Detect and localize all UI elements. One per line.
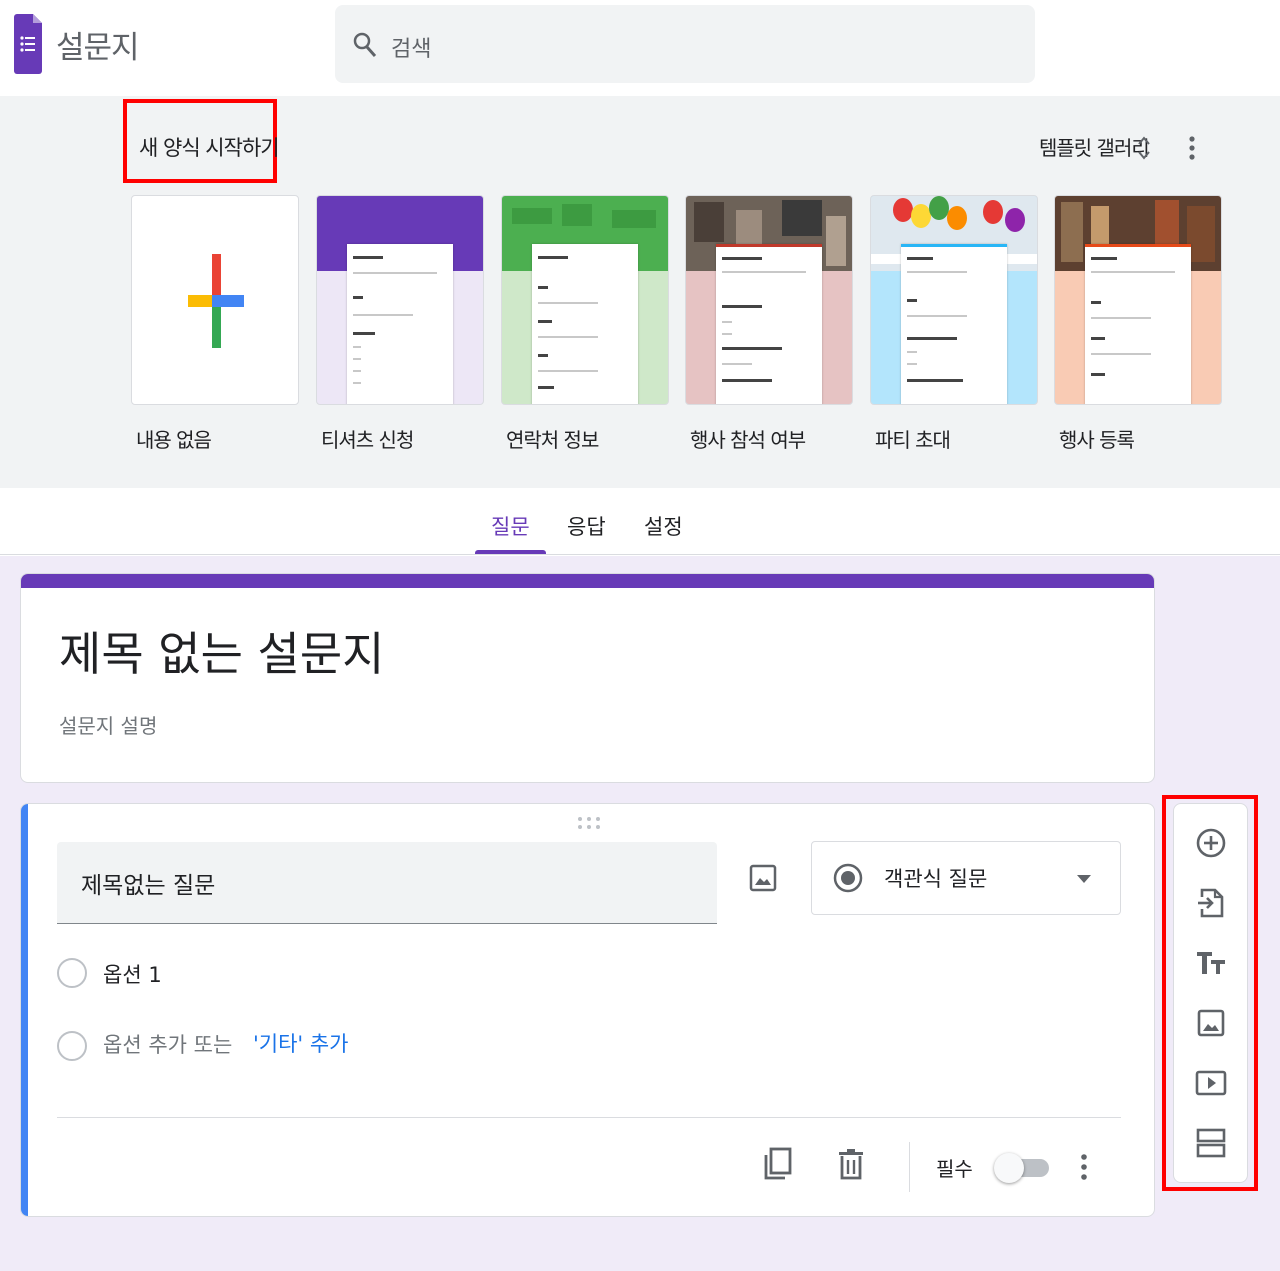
form-title-card: 제목 없는 설문지 설문지 설명 — [20, 573, 1155, 783]
duplicate-icon[interactable] — [763, 1147, 793, 1181]
radio-button-icon — [833, 863, 863, 893]
question-type-select[interactable]: 객관식 질문 — [811, 841, 1121, 915]
form-title-input[interactable]: 제목 없는 설문지 — [59, 618, 384, 684]
template-label: 행사 참석 여부 — [690, 428, 806, 452]
search-box[interactable]: 검색 — [335, 5, 1035, 83]
question-title-input[interactable]: 제목없는 질문 — [57, 842, 717, 924]
template-contact[interactable] — [501, 195, 669, 405]
search-input[interactable]: 검색 — [391, 31, 431, 63]
template-label: 티셔츠 신청 — [321, 428, 414, 452]
tab-settings[interactable]: 설정 — [644, 511, 683, 541]
drag-handle-icon[interactable] — [576, 816, 602, 830]
template-party[interactable] — [870, 195, 1038, 405]
unfold-icon[interactable] — [1137, 134, 1151, 162]
active-tab-indicator — [475, 550, 546, 554]
add-other-link[interactable]: '기타' 추가 — [253, 1028, 349, 1058]
highlight-box-toolbar — [1162, 795, 1258, 1191]
plus-icon — [188, 254, 244, 348]
add-option-link[interactable]: 옵션 추가 또는 — [103, 1029, 232, 1059]
more-vert-icon[interactable] — [1075, 1152, 1093, 1182]
required-toggle-knob[interactable] — [994, 1153, 1024, 1183]
template-label: 파티 초대 — [875, 428, 951, 452]
option-radio — [57, 958, 87, 988]
template-label: 연락처 정보 — [506, 428, 599, 452]
add-option-radio — [57, 1031, 87, 1061]
form-description-input[interactable]: 설문지 설명 — [59, 710, 157, 739]
tab-questions[interactable]: 질문 — [491, 511, 530, 541]
option-1-input[interactable]: 옵션 1 — [103, 959, 162, 989]
template-label: 행사 등록 — [1059, 428, 1135, 452]
delete-icon[interactable] — [837, 1148, 865, 1180]
title-card-accent — [21, 574, 1154, 588]
question-title-text: 제목없는 질문 — [81, 873, 216, 899]
active-question-bar — [21, 804, 28, 1216]
template-registration[interactable] — [1054, 195, 1222, 405]
dropdown-arrow-icon — [1077, 875, 1091, 883]
start-new-form-title: 새 양식 시작하기 — [139, 136, 280, 160]
template-label: 내용 없음 — [136, 428, 212, 452]
question-card[interactable]: 제목없는 질문 객관식 질문 옵션 1 옵션 추가 또는 '기타' 추가 필수 — [20, 803, 1155, 1217]
more-vert-icon[interactable] — [1183, 134, 1201, 162]
template-tshirt[interactable] — [316, 195, 484, 405]
question-footer-divider — [57, 1117, 1121, 1118]
search-icon — [353, 32, 377, 57]
tab-responses[interactable]: 응답 — [567, 511, 606, 541]
footer-separator — [909, 1142, 910, 1192]
template-gallery-section: 새 양식 시작하기 템플릿 갤러리 내용 없음 티셔츠 신청 연락처 정보 행사… — [0, 96, 1280, 488]
template-blank[interactable] — [131, 195, 299, 405]
template-gallery-button[interactable]: 템플릿 갤러리 — [1039, 132, 1150, 161]
question-type-label: 객관식 질문 — [884, 867, 988, 891]
editor-tabs: 질문 응답 설정 — [0, 488, 1280, 555]
app-title: 설문지 — [56, 30, 140, 66]
form-canvas: 제목 없는 설문지 설문지 설명 제목없는 질문 객관식 질문 옵션 1 옵션 … — [0, 556, 1280, 1271]
required-label: 필수 — [936, 1157, 973, 1181]
template-rsvp[interactable] — [685, 195, 853, 405]
top-bar: 설문지 검색 — [0, 0, 1280, 96]
image-icon[interactable] — [748, 863, 778, 893]
forms-logo-icon[interactable] — [14, 14, 42, 74]
